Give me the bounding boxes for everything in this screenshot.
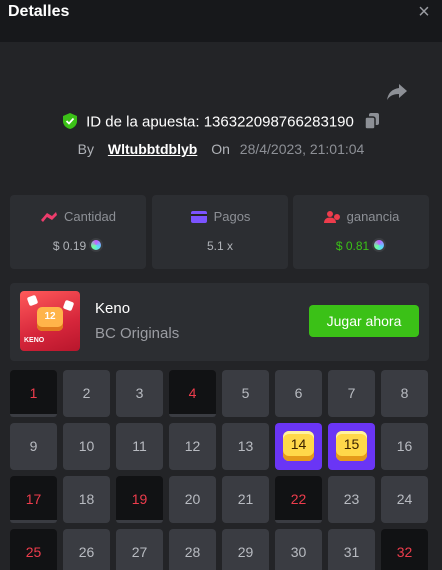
bet-id-label: ID de la apuesta: xyxy=(86,113,200,131)
dice-icon xyxy=(26,294,39,307)
keno-cell-drawn: 25 xyxy=(10,529,57,570)
keno-cell: 30 xyxy=(275,529,322,570)
profit-icon xyxy=(323,210,340,223)
keno-cell: 3 xyxy=(116,370,163,417)
thumb-label: KENO xyxy=(24,337,45,344)
stat-payout-label: Pagos xyxy=(213,209,251,224)
keno-cell: 5 xyxy=(222,370,269,417)
stat-payout-value: 5.1 x xyxy=(206,238,233,253)
by-label: By xyxy=(77,141,94,157)
close-icon[interactable]: × xyxy=(414,2,434,22)
keno-cell: 8 xyxy=(381,370,428,417)
stat-amount-label: Cantidad xyxy=(63,209,117,224)
keno-cell: 10 xyxy=(63,423,110,470)
keno-grid: 1 2 3 4 5 6 7 8 9 10 11 12 13 14 15 16 17 18 19 20 21 22 23 24 2… xyxy=(10,370,430,570)
keno-cell: 16 xyxy=(381,423,428,470)
gem-icon: 14 xyxy=(283,431,314,461)
keno-cell: 18 xyxy=(63,476,110,523)
keno-cell: 6 xyxy=(275,370,322,417)
keno-cell: 21 xyxy=(222,476,269,523)
coin-icon xyxy=(89,238,104,253)
keno-cell: 24 xyxy=(381,476,428,523)
keno-cell: 28 xyxy=(169,529,216,570)
keno-cell: 31 xyxy=(328,529,375,570)
bet-id-line: ID de la apuesta: 136322098766283190 xyxy=(0,113,442,135)
bet-amount-icon xyxy=(40,211,57,222)
keno-cell: 23 xyxy=(328,476,375,523)
stat-amount: Cantidad $ 0.19 xyxy=(10,195,146,269)
stat-profit-value: $ 0.81 xyxy=(335,238,370,253)
shield-icon xyxy=(62,113,77,130)
modal-header: Detalles × xyxy=(0,0,442,42)
thumb-number: 12 xyxy=(37,307,63,331)
bet-id-value: 136322098766283190 xyxy=(203,113,354,131)
game-provider: BC Originals xyxy=(95,325,180,342)
keno-cell: 7 xyxy=(328,370,375,417)
keno-cell-drawn: 4 xyxy=(169,370,216,417)
stat-amount-value: $ 0.19 xyxy=(52,238,87,253)
gem-icon: 15 xyxy=(336,431,367,461)
game-name: Keno xyxy=(95,300,131,317)
on-label: On xyxy=(211,141,230,157)
keno-cell: 9 xyxy=(10,423,57,470)
keno-cell-drawn: 32 xyxy=(381,529,428,570)
stat-payout: Pagos 5.1 x xyxy=(152,195,288,269)
keno-cell: 13 xyxy=(222,423,269,470)
keno-cell-win: 15 xyxy=(328,423,375,470)
keno-cell: 27 xyxy=(116,529,163,570)
stat-profit-label: ganancia xyxy=(346,209,400,224)
keno-thumbnail[interactable]: 12 KENO xyxy=(20,291,80,351)
keno-cell-drawn: 1 xyxy=(10,370,57,417)
modal-title: Detalles xyxy=(8,3,70,20)
play-now-button[interactable]: Jugar ahora xyxy=(309,305,419,337)
username-link[interactable]: Wltubbtdblyb xyxy=(108,141,197,157)
keno-cell-drawn: 17 xyxy=(10,476,57,523)
bet-byline: By Wltubbtdblyb On 28/4/2023, 21:01:04 xyxy=(0,141,442,157)
stat-profit: ganancia $ 0.81 xyxy=(293,195,429,269)
game-card: 12 KENO Keno BC Originals Jugar ahora xyxy=(10,283,429,361)
keno-cell-drawn: 19 xyxy=(116,476,163,523)
keno-cell: 20 xyxy=(169,476,216,523)
copy-icon[interactable] xyxy=(364,112,380,130)
keno-cell: 29 xyxy=(222,529,269,570)
keno-cell: 2 xyxy=(63,370,110,417)
keno-cell: 26 xyxy=(63,529,110,570)
bet-date: 28/4/2023, 21:01:04 xyxy=(239,141,365,157)
keno-cell: 12 xyxy=(169,423,216,470)
card-icon xyxy=(190,210,207,223)
coin-icon xyxy=(372,238,387,253)
keno-cell: 11 xyxy=(116,423,163,470)
dice-icon xyxy=(62,299,75,312)
share-icon[interactable] xyxy=(386,82,408,102)
keno-cell-drawn: 22 xyxy=(275,476,322,523)
keno-cell-win: 14 xyxy=(275,423,322,470)
